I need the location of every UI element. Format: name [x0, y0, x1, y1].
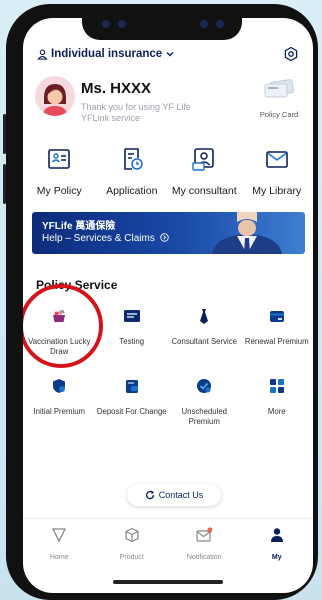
service-renewal-premium[interactable]: Renewal Premium: [241, 308, 314, 378]
person-icon: [270, 528, 283, 542]
policy-card-button[interactable]: Policy Card: [253, 78, 305, 119]
refresh-icon: [145, 490, 154, 500]
service-unscheduled-premium[interactable]: Unscheduled Premium: [168, 378, 241, 448]
quick-item-my-policy[interactable]: My Policy: [23, 146, 96, 197]
chevron-down-icon: [166, 52, 174, 57]
quick-item-my-library[interactable]: My Library: [241, 146, 314, 197]
nav-label: Product: [119, 554, 144, 561]
insurance-type-label: Individual insurance: [51, 48, 163, 60]
arrow-circle-icon: [159, 233, 169, 242]
notification-dot: [207, 527, 213, 533]
deposit-icon: [125, 380, 138, 393]
bottom-nav: Home Product Notification My: [23, 518, 313, 578]
policy-card-icon: [264, 79, 294, 98]
grid-icon: [269, 379, 284, 393]
cube-icon: [125, 527, 139, 543]
highlight-circle: [23, 284, 103, 368]
quick-item-label: Application: [106, 185, 158, 197]
home-indicator: [113, 580, 223, 584]
app-header: Individual insurance: [23, 46, 313, 68]
nav-product[interactable]: Product: [96, 519, 169, 578]
nav-home[interactable]: Home: [23, 519, 96, 578]
phone-button: [3, 114, 6, 154]
avatar[interactable]: [35, 76, 75, 116]
service-label: Unscheduled Premium: [181, 407, 227, 426]
quick-menu: My Policy Application My consultant My L…: [23, 146, 313, 197]
nav-notification[interactable]: Notification: [168, 519, 241, 578]
phone-frame: Individual insurance Ms. HXXX Thank you …: [3, 4, 318, 600]
triangle-home-icon: [52, 528, 67, 543]
quick-item-my-consultant[interactable]: My consultant: [168, 146, 241, 197]
banner-brand: YFLife 萬通保險: [42, 221, 116, 232]
camera-dot: [216, 20, 224, 28]
service-more[interactable]: More: [241, 378, 314, 448]
consultant-photo: [212, 212, 282, 254]
user-name: Ms. HXXX: [81, 80, 152, 97]
service-label: Consultant Service: [171, 337, 237, 346]
service-label: Deposit For Change: [96, 407, 167, 416]
shield-icon: [53, 379, 66, 393]
quick-item-application[interactable]: Application: [96, 146, 169, 197]
contact-us-button[interactable]: Contact Us: [127, 484, 221, 506]
nav-my[interactable]: My: [241, 519, 314, 578]
mail-library-icon: [265, 151, 288, 168]
quick-item-label: My Library: [252, 185, 302, 197]
help-services-banner[interactable]: YFLife 萬通保險 Help – Services & Claims: [32, 212, 305, 254]
nav-label: My: [271, 554, 282, 561]
service-label: More: [267, 407, 286, 416]
avatar-woman-icon: [35, 76, 75, 116]
user-outline-icon: [37, 49, 48, 60]
camera-dot: [200, 20, 208, 28]
policy-card-label: Policy Card: [259, 110, 299, 119]
service-label: Renewal Premium: [244, 337, 309, 346]
camera-dot: [118, 20, 126, 28]
camera-dot: [102, 20, 110, 28]
envelope-icon: [196, 527, 213, 542]
quick-item-label: My consultant: [171, 185, 237, 197]
phone-button: [3, 164, 6, 204]
banner-link-text: Help – Services & Claims: [42, 233, 155, 244]
application-clock-icon: [123, 148, 143, 170]
quick-item-label: My Policy: [36, 185, 82, 197]
welcome-message: Thank you for using YF Life YFLink servi…: [81, 102, 191, 123]
nav-label: Home: [49, 554, 69, 561]
phone-notch: [82, 14, 242, 40]
tie-icon: [200, 309, 209, 324]
check-shield-icon: [197, 379, 212, 393]
nav-label: Notification: [186, 554, 222, 561]
grid-row: Initial Premium Deposit For Change Unsch…: [23, 378, 313, 448]
banner-text: Help – Services & Claims: [42, 233, 169, 244]
service-deposit-for-change[interactable]: Deposit For Change: [96, 378, 169, 448]
service-initial-premium[interactable]: Initial Premium: [23, 378, 96, 448]
contact-us-label: Contact Us: [158, 490, 204, 500]
yflife-logo-icon: [123, 310, 140, 322]
app-screen: Individual insurance Ms. HXXX Thank you …: [23, 18, 313, 593]
consultant-icon: [192, 148, 215, 171]
card-icon: [269, 311, 284, 322]
insurance-type-dropdown[interactable]: Individual insurance: [37, 48, 175, 60]
service-testing[interactable]: Testing: [96, 308, 169, 378]
settings-hex-icon[interactable]: [283, 46, 299, 62]
policy-doc-icon: [48, 149, 71, 169]
service-label: Initial Premium: [33, 407, 86, 416]
service-consultant-service[interactable]: Consultant Service: [168, 308, 241, 378]
service-label: Testing: [119, 337, 145, 346]
